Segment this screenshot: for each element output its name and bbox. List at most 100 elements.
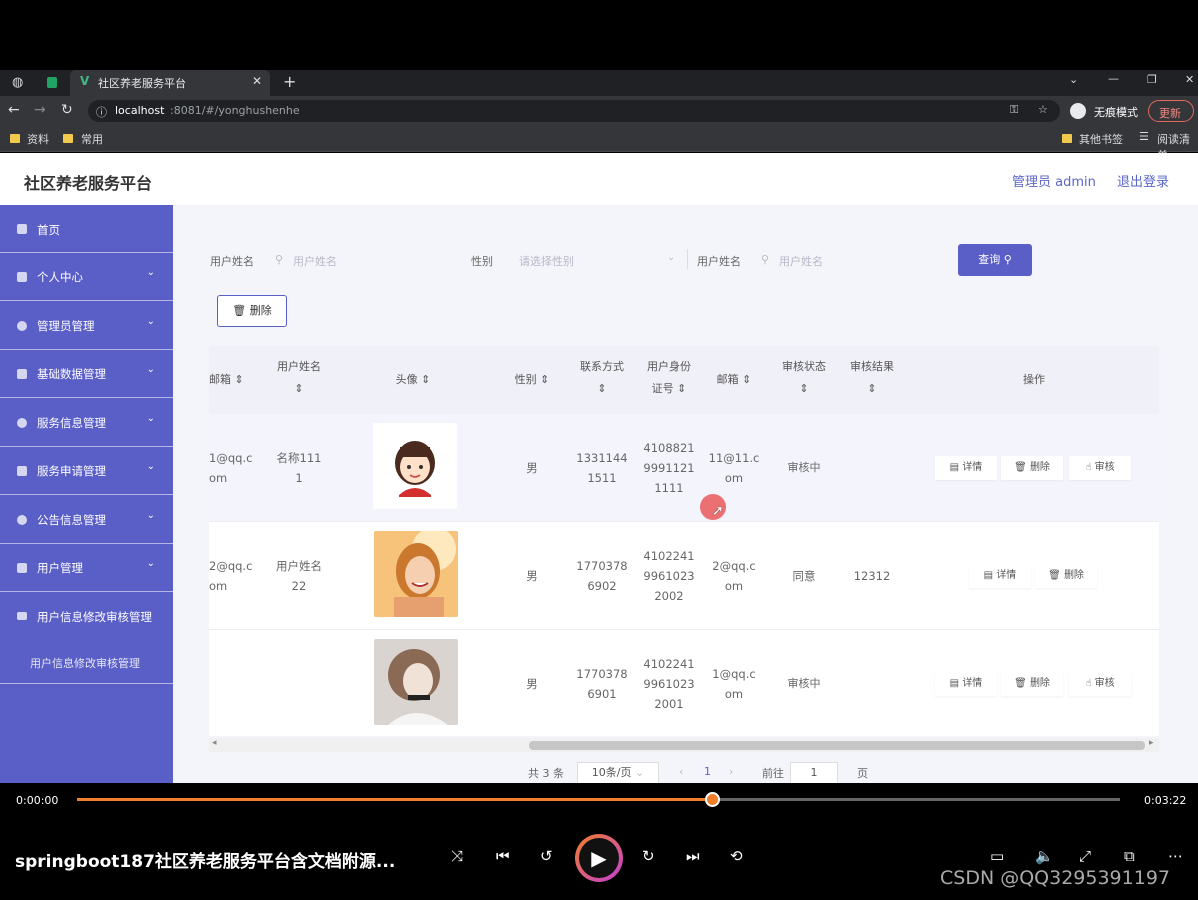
- col-audit-status[interactable]: 审核状态 ⇕: [769, 356, 839, 400]
- rewind-icon[interactable]: ↺: [540, 847, 553, 865]
- forward-30-icon[interactable]: ↻: [642, 847, 655, 865]
- delete-button[interactable]: 🗑 删除: [217, 295, 287, 327]
- cell-gender: 男: [526, 461, 538, 475]
- scroll-left-icon[interactable]: ◂: [212, 738, 217, 748]
- gender-select[interactable]: 请选择性别 ⌄: [513, 246, 685, 274]
- play-button[interactable]: ▶: [575, 834, 623, 882]
- globe-icon[interactable]: ◍: [12, 75, 23, 90]
- sidebar-item-home[interactable]: 首页: [0, 205, 173, 253]
- cell-email-2: 2@qq.c om: [712, 559, 756, 593]
- page-suffix: 页: [857, 767, 868, 780]
- search-input-name[interactable]: ⚲ 用户姓名: [269, 246, 449, 274]
- query-button[interactable]: 查询 ⚲: [958, 244, 1032, 276]
- info-icon: [17, 418, 27, 428]
- cell-username: 用户姓名 22: [276, 559, 322, 593]
- new-tab-icon[interactable]: +: [283, 72, 296, 91]
- info-icon[interactable]: ⓘ: [96, 104, 107, 120]
- browser-tab-active[interactable]: V 社区养老服务平台 ✕: [70, 70, 270, 96]
- back-icon[interactable]: ←: [8, 102, 20, 118]
- minimize-icon[interactable]: —: [1108, 72, 1119, 85]
- reading-list-icon: ☰: [1139, 130, 1149, 143]
- col-email[interactable]: 邮箱 ⇕: [209, 369, 249, 391]
- detail-button[interactable]: ▤ 详情: [935, 672, 997, 696]
- sidebar-item-users[interactable]: 用户管理 ⌄: [0, 544, 173, 592]
- search-placeholder: 用户姓名: [779, 255, 823, 268]
- star-icon[interactable]: ☆: [1038, 103, 1048, 116]
- cell-phone: 1331144 1511: [576, 451, 628, 485]
- cell-audit-status: 审核中: [787, 461, 821, 474]
- audit-button[interactable]: ☝ 审核: [1069, 672, 1131, 696]
- detail-button[interactable]: ▤ 详情: [969, 564, 1031, 588]
- current-time: 0:00:00: [16, 794, 59, 807]
- sidebar-item-user-audit[interactable]: 用户信息修改审核管理: [0, 593, 173, 641]
- trash-icon: 🗑: [1048, 570, 1064, 581]
- chevron-down-icon: ⌄: [146, 558, 155, 569]
- col-email-2[interactable]: 邮箱 ⇕: [702, 369, 766, 391]
- horizontal-scrollbar[interactable]: ◂ ▸: [209, 738, 1159, 752]
- chevron-down-icon: ⌄: [146, 461, 155, 472]
- close-tab-icon[interactable]: ✕: [252, 74, 262, 88]
- col-idcard[interactable]: 用户身份 证号 ⇕: [639, 356, 699, 400]
- logout-link[interactable]: 退出登录: [1117, 171, 1169, 190]
- page-size-select[interactable]: 10条/页 ⌄: [577, 762, 659, 783]
- col-phone[interactable]: 联系方式 ⇕: [565, 356, 639, 400]
- restore-icon[interactable]: ❐: [1147, 73, 1157, 86]
- bookmark-item[interactable]: 常用: [81, 131, 103, 147]
- delete-row-button[interactable]: 🗑 删除: [1001, 456, 1063, 480]
- delete-row-button[interactable]: 🗑 删除: [1001, 672, 1063, 696]
- sheets-icon[interactable]: [47, 77, 57, 88]
- forward-icon[interactable]: →: [34, 102, 46, 118]
- col-username[interactable]: 用户姓名 ⇕: [261, 356, 337, 400]
- goto-input[interactable]: 1: [790, 762, 838, 783]
- cell-gender: 男: [526, 677, 538, 691]
- page-number-current[interactable]: 1: [704, 765, 711, 778]
- trash-icon: 🗑: [232, 304, 250, 317]
- sidebar-item-personal[interactable]: 个人中心 ⌄: [0, 253, 173, 301]
- update-button[interactable]: 更新: [1148, 100, 1194, 122]
- other-bookmarks[interactable]: 其他书签: [1079, 131, 1123, 147]
- previous-icon[interactable]: ⏮: [496, 847, 510, 865]
- chevron-down-icon: ⌄: [631, 766, 645, 779]
- col-gender[interactable]: 性别 ⇕: [497, 369, 567, 391]
- scroll-thumb[interactable]: [529, 741, 1145, 750]
- sidebar-item-admin[interactable]: 管理员管理 ⌄: [0, 302, 173, 350]
- prev-page-icon[interactable]: ‹: [679, 765, 683, 778]
- pip-icon[interactable]: ⧉: [1124, 847, 1135, 865]
- close-window-icon[interactable]: ✕: [1185, 73, 1194, 86]
- volume-icon[interactable]: 🔈: [1035, 847, 1054, 865]
- next-page-icon[interactable]: ›: [729, 765, 733, 778]
- search-input-name-2[interactable]: ⚲ 用户姓名: [755, 246, 935, 274]
- col-audit-result[interactable]: 审核结果 ⇕: [837, 356, 907, 400]
- loop-icon[interactable]: ⟲: [730, 847, 743, 865]
- sidebar-item-label: 公告信息管理: [37, 513, 106, 527]
- more-icon[interactable]: ⋯: [1168, 847, 1183, 865]
- sidebar-item-service-apply[interactable]: 服务申请管理 ⌄: [0, 447, 173, 495]
- key-icon[interactable]: ⚿: [1010, 103, 1018, 117]
- sidebar-item-service-info[interactable]: 服务信息管理 ⌄: [0, 399, 173, 447]
- fullscreen-icon[interactable]: ⤢: [1079, 847, 1091, 865]
- cell-phone: 1770378 6901: [576, 667, 628, 701]
- subtitles-icon[interactable]: ▭: [990, 847, 1004, 865]
- url-input[interactable]: ⓘ localhost :8081/#/yonghushenhe ⚿ ☆: [88, 100, 1060, 122]
- submenu-user-audit[interactable]: 用户信息修改审核管理: [0, 642, 173, 684]
- browser-tab-bar: ◍ V 社区养老服务平台 ✕ + ⌄ — ❐ ✕: [0, 70, 1198, 96]
- detail-button[interactable]: ▤ 详情: [935, 456, 997, 480]
- tab-search-icon[interactable]: ⌄: [1069, 73, 1078, 86]
- delete-row-button[interactable]: 🗑 删除: [1035, 564, 1097, 588]
- sidebar-item-basic-data[interactable]: 基础数据管理 ⌄: [0, 350, 173, 398]
- reload-icon[interactable]: ↻: [61, 102, 73, 118]
- bookmark-item[interactable]: 资料: [27, 131, 49, 147]
- col-avatar[interactable]: 头像 ⇕: [377, 369, 449, 391]
- url-path: :8081/#/yonghushenhe: [170, 104, 300, 117]
- chevron-down-icon: ⌄: [146, 267, 155, 278]
- search-icon: ⚲: [1003, 253, 1012, 266]
- folder-icon: [1062, 134, 1072, 143]
- audit-button[interactable]: ☝ 审核: [1069, 456, 1131, 480]
- next-icon[interactable]: ⏭: [686, 847, 700, 865]
- scroll-right-icon[interactable]: ▸: [1149, 738, 1154, 748]
- sidebar-item-label: 用户信息修改审核管理: [37, 610, 152, 624]
- sidebar-item-notice[interactable]: 公告信息管理 ⌄: [0, 496, 173, 544]
- progress-knob[interactable]: [705, 792, 721, 807]
- avatar-image: [374, 639, 458, 725]
- shuffle-icon[interactable]: ⤨: [451, 847, 463, 865]
